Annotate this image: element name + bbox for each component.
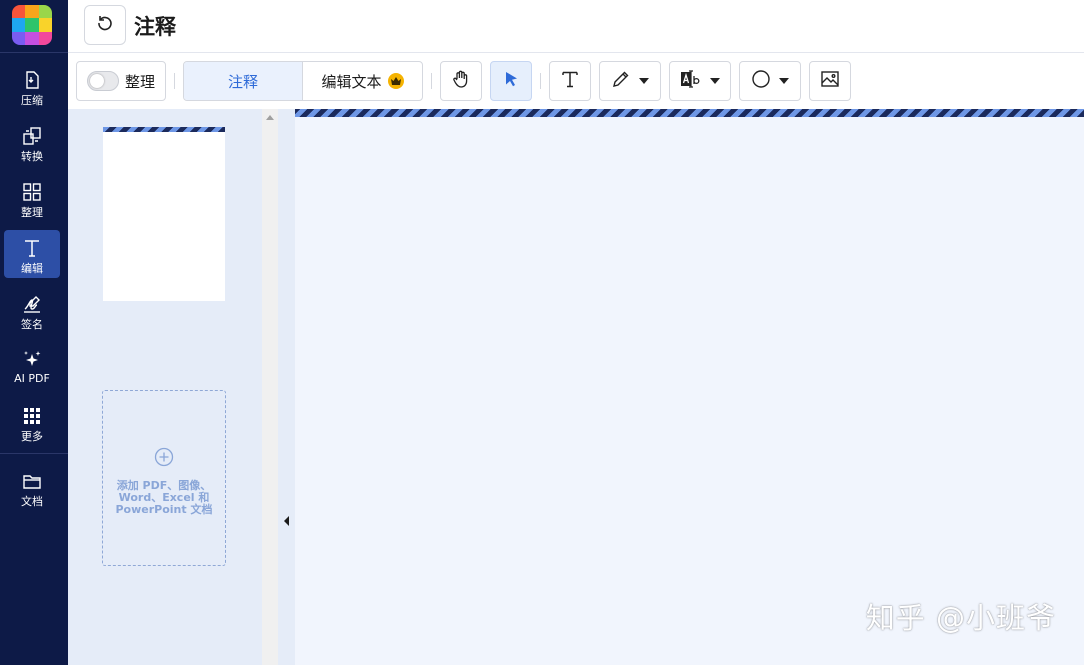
shape-tool-dropdown[interactable] (739, 61, 801, 101)
organize-grid-icon (21, 181, 43, 203)
tab-edit-text-label: 编辑文本 (321, 72, 382, 91)
scroll-up-arrow-icon[interactable] (266, 115, 274, 120)
add-files-text: 添加 PDF、图像、Word、Excel 和 PowerPoint 文档 (115, 479, 213, 516)
organize-toggle[interactable]: 整理 (76, 61, 166, 101)
image-icon (820, 69, 840, 94)
app-logo[interactable] (12, 5, 52, 45)
collapse-left-icon (284, 516, 289, 526)
watermark-text: 知乎 @小班爷 (865, 601, 1056, 635)
ocr-tool-dropdown[interactable] (669, 61, 731, 101)
ocr-icon (680, 69, 702, 94)
sidebar-item-edit[interactable]: 编辑 (4, 230, 60, 278)
sidebar-item-label: 转换 (21, 150, 43, 163)
sidebar-item-more[interactable]: 更多 (4, 398, 60, 446)
toggle-switch[interactable] (87, 71, 119, 91)
page-thumbnails-panel: 添加 PDF、图像、Word、Excel 和 PowerPoint 文档 (68, 109, 262, 665)
toolbar-divider (540, 73, 541, 89)
sidebar-item-label: 文档 (21, 495, 43, 508)
text-tool-icon (560, 69, 580, 94)
add-circle-icon (154, 447, 174, 472)
sidebar-item-sign[interactable]: 签名 (4, 286, 60, 334)
undo-button[interactable] (84, 5, 126, 45)
text-tool-button[interactable] (549, 61, 591, 101)
sidebar-item-label: 整理 (21, 206, 43, 219)
annotation-toolbar: 整理 注释 编辑文本 (68, 53, 1084, 109)
pen-tool-dropdown[interactable] (599, 61, 661, 101)
thumbnails-scrollbar[interactable] (262, 109, 278, 665)
select-cursor-icon (502, 70, 520, 93)
collapse-panel-handle[interactable] (278, 109, 295, 665)
rail-divider (0, 453, 68, 454)
tab-edit-text[interactable]: 编辑文本 (303, 62, 422, 100)
image-tool-button[interactable] (809, 61, 851, 101)
page-title: 注释 (134, 15, 176, 39)
left-nav-rail: 压缩 转换 整理 编辑 签名 AI PDF 更多 文档 (0, 0, 68, 665)
add-files-dropzone[interactable]: 添加 PDF、图像、Word、Excel 和 PowerPoint 文档 (102, 390, 226, 566)
sidebar-item-organize[interactable]: 整理 (4, 174, 60, 222)
sidebar-item-compress[interactable]: 压缩 (4, 62, 60, 110)
sidebar-item-label: AI PDF (14, 372, 50, 385)
convert-icon (21, 125, 43, 147)
hand-icon (451, 69, 471, 94)
app-header: 注释 (68, 0, 1084, 53)
toolbar-divider (431, 73, 432, 89)
page-thumbnail[interactable] (103, 127, 225, 301)
thumbnail-stripe (103, 127, 225, 132)
premium-crown-icon (387, 73, 404, 89)
edit-text-icon (21, 237, 43, 259)
mode-tabs: 注释 编辑文本 (183, 61, 423, 101)
chevron-down-icon (710, 78, 720, 84)
sidebar-item-label: 压缩 (21, 94, 43, 107)
chevron-down-icon (639, 78, 649, 84)
page-top-stripe (295, 109, 1084, 117)
sidebar-item-convert[interactable]: 转换 (4, 118, 60, 166)
sidebar-item-label: 编辑 (21, 262, 43, 275)
tab-annotate[interactable]: 注释 (184, 62, 303, 100)
signature-icon (21, 293, 43, 315)
select-tool-button[interactable] (490, 61, 532, 101)
more-grid-icon (21, 405, 43, 427)
shape-circle-icon (751, 69, 771, 94)
organize-toggle-label: 整理 (125, 72, 156, 91)
undo-icon (96, 14, 114, 37)
pen-icon (611, 69, 631, 94)
chevron-down-icon (779, 78, 789, 84)
sidebar-item-label: 更多 (21, 430, 43, 443)
hand-tool-button[interactable] (440, 61, 482, 101)
sidebar-item-ai-pdf[interactable]: AI PDF (4, 342, 60, 390)
sidebar-item-label: 签名 (21, 318, 43, 331)
toolbar-divider (174, 73, 175, 89)
folder-icon (21, 470, 43, 492)
compress-icon (21, 69, 43, 91)
document-canvas[interactable]: 知乎 @小班爷 (295, 109, 1084, 665)
sidebar-item-documents[interactable]: 文档 (4, 463, 60, 511)
ai-sparkle-icon (21, 349, 43, 371)
rail-divider (0, 52, 68, 53)
